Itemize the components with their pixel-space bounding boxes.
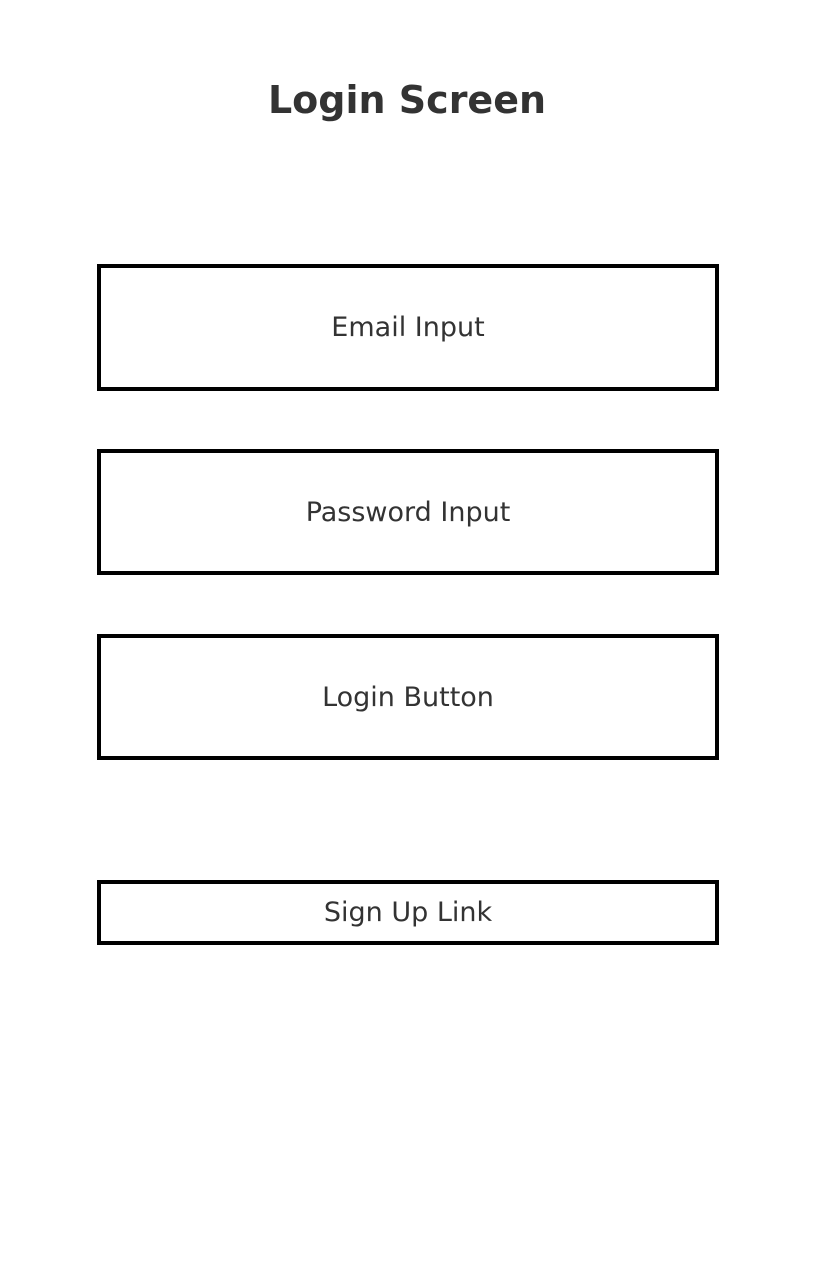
login-button[interactable]: Login Button	[97, 634, 719, 760]
page-title: Login Screen	[267, 78, 547, 122]
login-button-label: Login Button	[322, 681, 494, 713]
email-input-label: Email Input	[331, 312, 485, 343]
sign-up-link-label: Sign Up Link	[323, 897, 493, 928]
password-input[interactable]: Password Input	[97, 449, 719, 575]
sign-up-link[interactable]: Sign Up Link	[97, 880, 719, 945]
password-input-label: Password Input	[305, 496, 511, 528]
email-input[interactable]: Email Input	[97, 264, 719, 391]
